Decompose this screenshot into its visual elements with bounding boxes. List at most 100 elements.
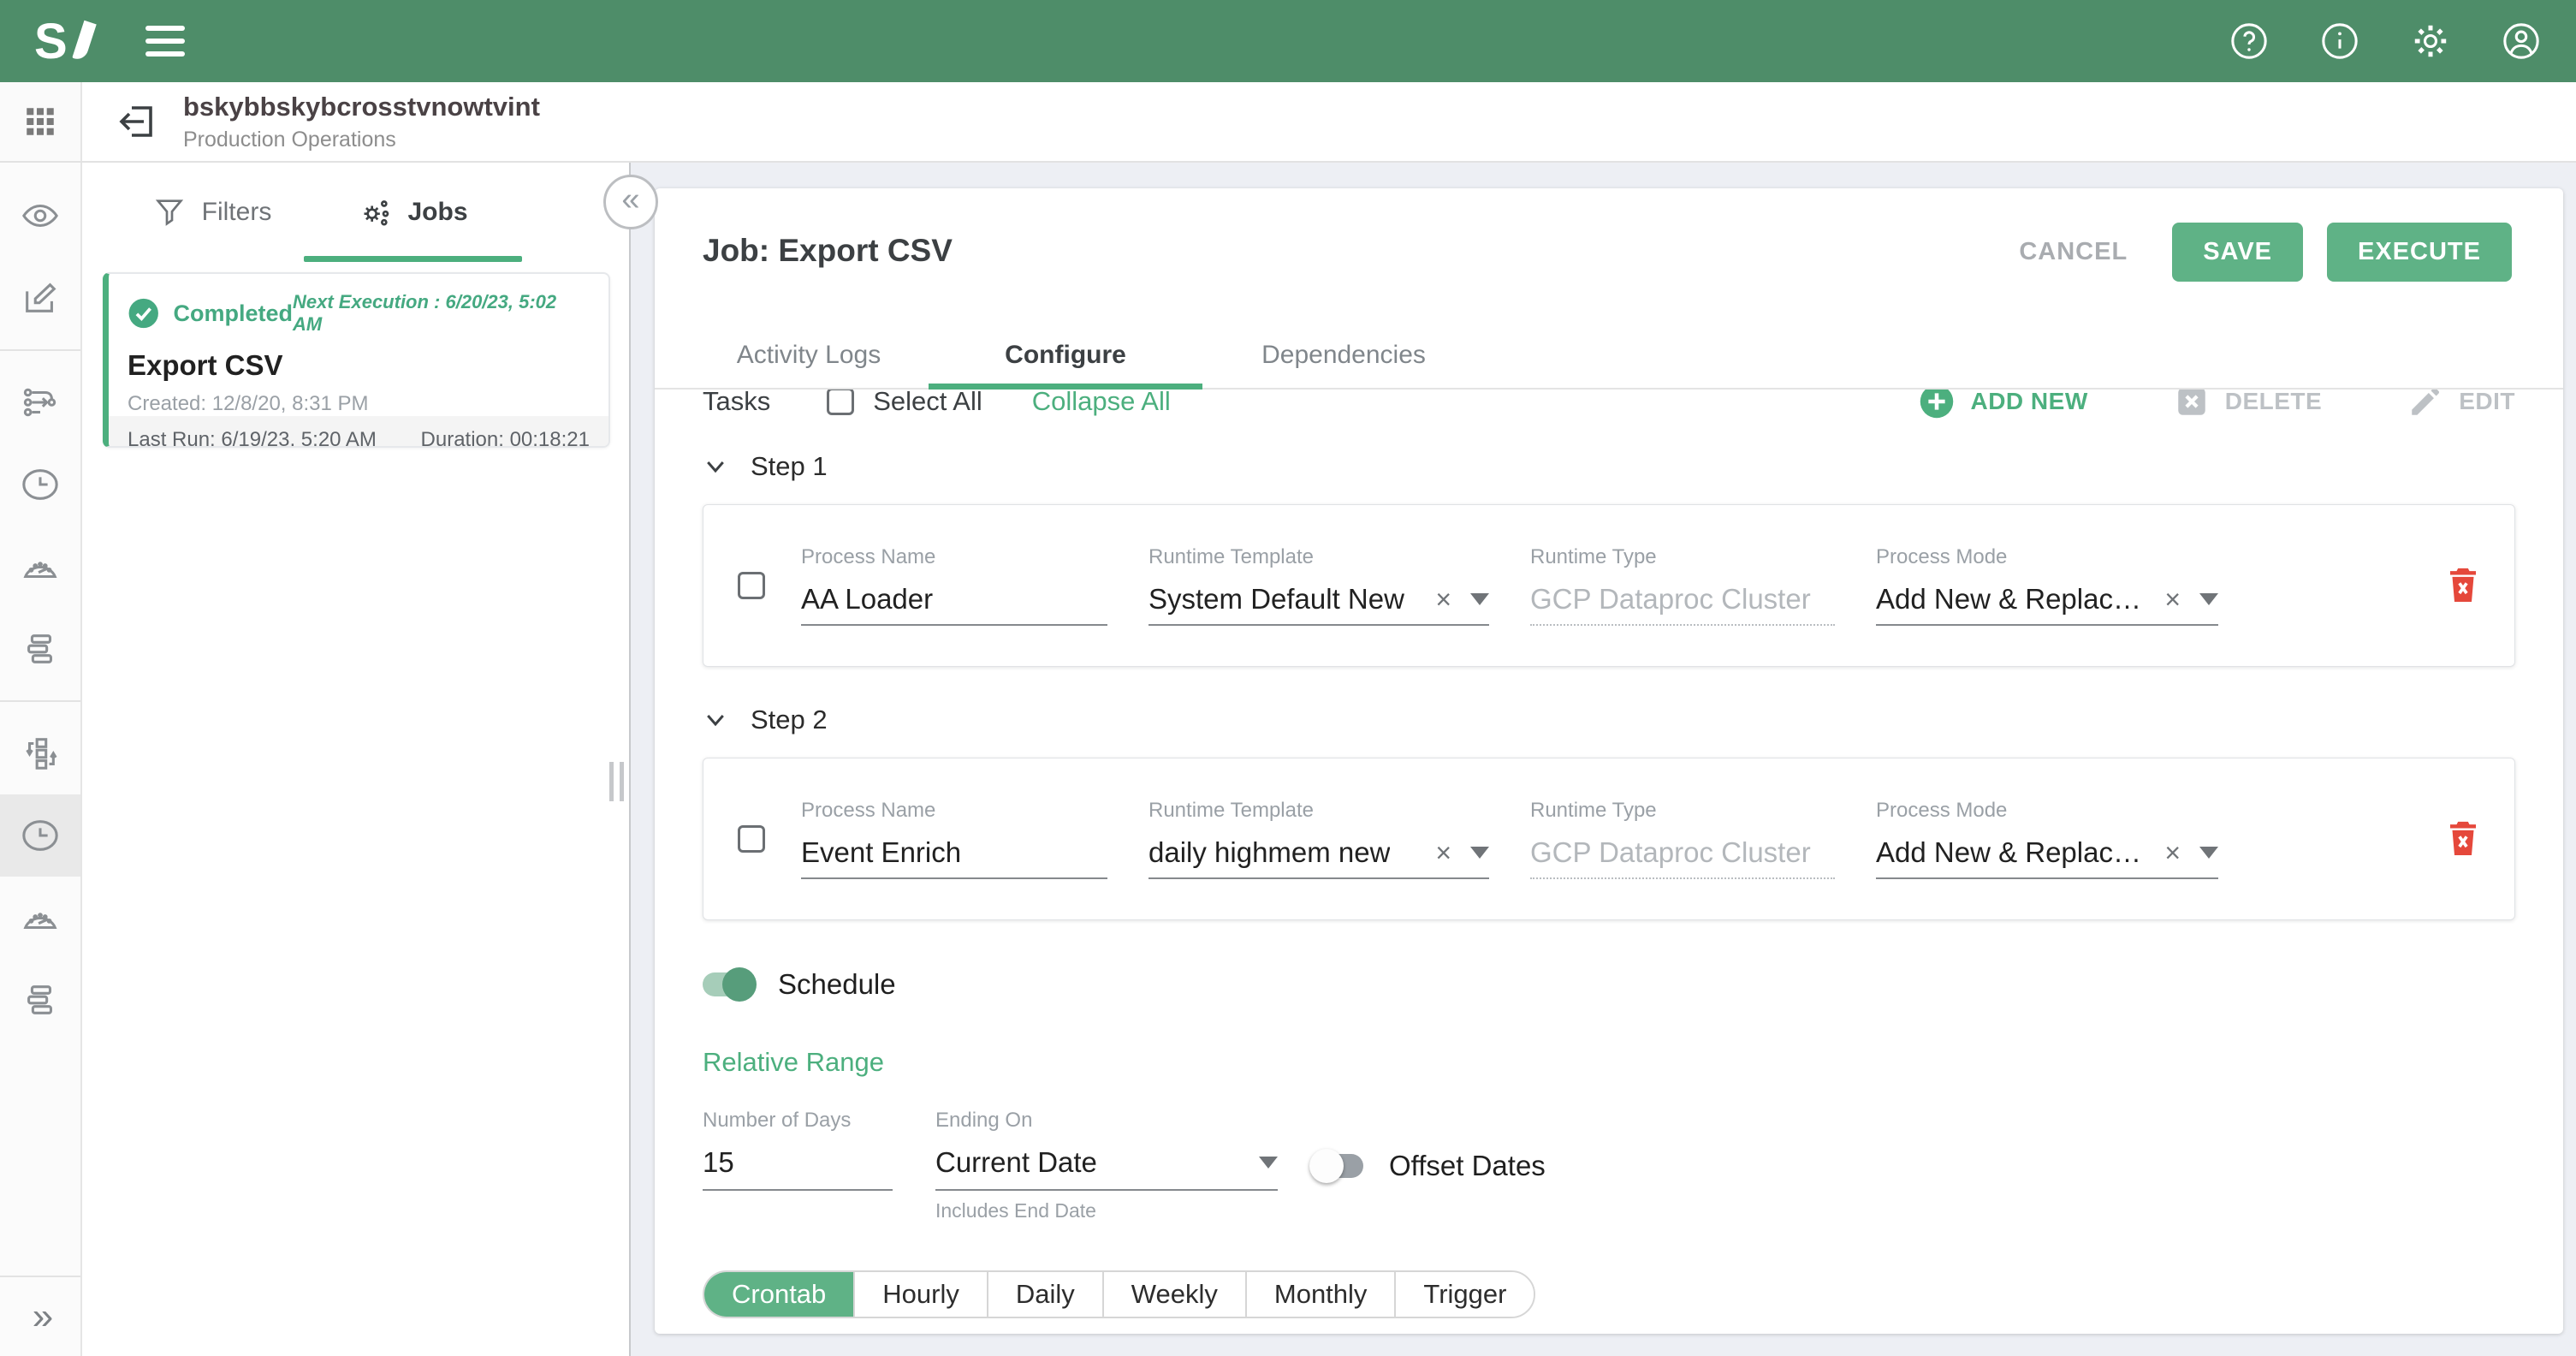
step-1-header[interactable]: Step 1 [703, 451, 2515, 482]
stack-icon[interactable] [0, 959, 80, 1041]
add-new-button[interactable]: ADD NEW [1919, 390, 2087, 419]
mode-daily[interactable]: Daily [987, 1272, 1102, 1317]
process-mode-field: Process Mode Add New & Replace ... [1876, 799, 2218, 879]
step-2-row: Process Name Event Enrich Runtime Templa… [703, 758, 2515, 920]
clear-icon[interactable] [2154, 584, 2181, 616]
collapse-all-link[interactable]: Collapse All [1032, 390, 1171, 417]
account-icon[interactable] [2501, 21, 2542, 62]
runtime-template-value[interactable]: daily highmem new [1149, 836, 1390, 869]
main-area: Job: Export CSV CANCEL SAVE EXECUTE Acti… [631, 163, 2576, 1356]
help-icon[interactable] [2229, 21, 2270, 62]
mode-crontab[interactable]: Crontab [704, 1272, 853, 1317]
step-2-checkbox[interactable] [738, 825, 765, 853]
tasks-title: Tasks [703, 390, 770, 417]
tab-filters[interactable]: Filters [120, 195, 304, 229]
delete-task-icon[interactable] [2446, 819, 2480, 859]
clear-icon[interactable] [2154, 837, 2181, 869]
dropdown-caret-icon[interactable] [1470, 593, 1489, 605]
runtime-type-value: GCP Dataproc Cluster [1530, 836, 1811, 869]
relative-range-fields: Number of Days 15 Ending On Current Date… [703, 1109, 2515, 1222]
dropdown-caret-icon[interactable] [2199, 593, 2218, 605]
job-detail-tabs: Activity Logs Configure Dependencies [655, 323, 2563, 390]
tasks-toolbar: Tasks Select All Collapse All ADD NEW D [703, 390, 2515, 427]
app-logo-text: S [34, 13, 68, 70]
mode-monthly[interactable]: Monthly [1245, 1272, 1395, 1317]
route-icon[interactable] [0, 361, 80, 443]
appbar-actions [2229, 21, 2542, 62]
select-all-checkbox[interactable] [827, 390, 854, 415]
panel-resize-handle[interactable] [609, 762, 624, 801]
step-2-header[interactable]: Step 2 [703, 705, 2515, 735]
tab-jobs-label: Jobs [407, 198, 467, 227]
cancel-button[interactable]: CANCEL [1998, 224, 2148, 280]
process-mode-value[interactable]: Add New & Replace ... [1876, 836, 2154, 869]
job-detail-card: Job: Export CSV CANCEL SAVE EXECUTE Acti… [655, 188, 2563, 1334]
step-1-row: Process Name AA Loader Runtime Template … [703, 504, 2515, 667]
schedule-mode-segmented: Crontab Hourly Daily Weekly Monthly Trig… [703, 1270, 1535, 1318]
process-name-value[interactable]: Event Enrich [801, 836, 961, 869]
delete-task-icon[interactable] [2446, 566, 2480, 606]
funnel-icon [152, 195, 187, 229]
delete-button[interactable]: DELETE [2174, 390, 2322, 419]
mode-weekly[interactable]: Weekly [1102, 1272, 1245, 1317]
stack-icon[interactable] [0, 608, 80, 690]
step-1-checkbox[interactable] [738, 572, 765, 599]
collapse-panel-icon[interactable]: « [603, 175, 658, 229]
tab-dependencies[interactable]: Dependencies [1202, 341, 1485, 370]
info-icon[interactable] [2319, 21, 2360, 62]
step-1-label: Step 1 [751, 451, 828, 482]
runtime-template-field: Runtime Template System Default New [1149, 545, 1489, 626]
body: » Filters Jobs Completed Next Execu [0, 163, 2576, 1356]
clear-icon[interactable] [1425, 837, 1451, 869]
configure-scroll-area[interactable]: Tasks Select All Collapse All ADD NEW D [655, 390, 2563, 1334]
tab-jobs[interactable]: Jobs [304, 195, 522, 229]
hamburger-menu-icon[interactable] [145, 26, 185, 56]
process-mode-value[interactable]: Add New & Replace ... [1876, 583, 2154, 616]
offset-dates-toggle[interactable] [1312, 1154, 1363, 1178]
number-of-days-input[interactable]: 15 [703, 1146, 734, 1179]
execute-button[interactable]: EXECUTE [2327, 223, 2512, 282]
relative-range-heading: Relative Range [703, 1047, 2515, 1078]
edit-button[interactable]: EDIT [2407, 390, 2515, 419]
apps-grid-icon[interactable] [20, 101, 61, 142]
clear-icon[interactable] [1425, 584, 1451, 616]
clock-icon[interactable] [0, 443, 80, 526]
select-all-label[interactable]: Select All [873, 390, 982, 417]
check-circle-icon [128, 297, 159, 330]
job-card-last-run: Last Run: 6/19/23, 5:20 AM [128, 428, 377, 448]
breadcrumb-text: bskybbskybcrosstvnowtvint Production Ope… [183, 92, 540, 152]
workflow-icon[interactable] [0, 712, 80, 794]
tab-activity-logs[interactable]: Activity Logs [689, 341, 929, 370]
ending-on-select[interactable]: Current Date [935, 1146, 1097, 1179]
dropdown-caret-icon[interactable] [2199, 847, 2218, 859]
job-card[interactable]: Completed Next Execution : 6/20/23, 5:02… [103, 272, 610, 448]
app-logo-slash [72, 21, 96, 62]
exit-back-icon[interactable] [116, 101, 157, 142]
dropdown-caret-icon[interactable] [1259, 1157, 1278, 1169]
schedule-toggle[interactable] [703, 972, 754, 996]
process-mode-field: Process Mode Add New & Replace ... [1876, 545, 2218, 626]
runtime-template-value[interactable]: System Default New [1149, 583, 1404, 616]
app-logo: S [34, 13, 91, 70]
save-button[interactable]: SAVE [2172, 223, 2303, 282]
tab-configure[interactable]: Configure [929, 341, 1202, 370]
icon-rail: » [0, 163, 82, 1356]
edit-icon[interactable] [0, 257, 80, 339]
clock-icon-selected[interactable] [0, 794, 80, 877]
plus-circle-icon [1919, 390, 1955, 419]
schedule-row: Schedule [703, 968, 2515, 1001]
x-square-icon [2174, 390, 2210, 419]
expand-rail-icon[interactable]: » [0, 1276, 80, 1356]
gauge-icon[interactable] [0, 877, 80, 959]
job-card-duration: Duration: 00:18:21 [421, 428, 590, 448]
process-name-value[interactable]: AA Loader [801, 583, 933, 616]
gauge-icon[interactable] [0, 526, 80, 608]
job-detail-header: Job: Export CSV CANCEL SAVE EXECUTE [655, 188, 2563, 282]
ending-on-helper: Includes End Date [935, 1199, 1278, 1222]
tab-filters-label: Filters [202, 198, 272, 227]
mode-trigger[interactable]: Trigger [1394, 1272, 1534, 1317]
dropdown-caret-icon[interactable] [1470, 847, 1489, 859]
eye-icon[interactable] [0, 175, 80, 257]
settings-gear-icon[interactable] [2410, 21, 2451, 62]
mode-hourly[interactable]: Hourly [853, 1272, 987, 1317]
